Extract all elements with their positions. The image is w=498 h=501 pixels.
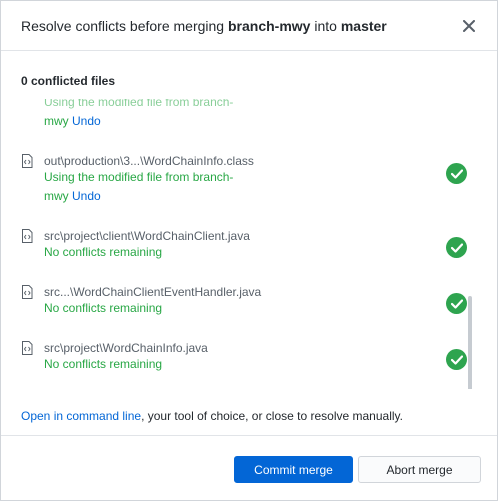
status-line-1: Using the modified file from branch- [44, 99, 234, 109]
check-circle-icon [446, 293, 467, 314]
list-scrollbar-thumb[interactable] [468, 296, 472, 389]
file-path: src\project\client\WordChainClient.java [44, 229, 250, 243]
conflict-summary: 0 conflicted files [21, 74, 116, 88]
close-icon [463, 19, 475, 32]
footer-divider [1, 435, 497, 436]
file-status: Using the modified file from branch- mwy… [44, 168, 473, 206]
status-line-2: mwy [44, 114, 69, 128]
resolve-conflicts-dialog: Resolve conflicts before merging branch-… [0, 0, 498, 501]
file-path: src\project\WordChainInfo.java [44, 341, 208, 355]
commit-merge-button[interactable]: Commit merge [234, 456, 353, 483]
file-path: out\production\3...\WordChainInfo.class [44, 154, 254, 168]
file-code-icon [22, 341, 33, 355]
file-item: src\project\client\WordChainClient.java … [21, 229, 473, 262]
undo-link[interactable]: Undo [72, 189, 101, 203]
title-prefix: Resolve conflicts before merging [21, 17, 228, 34]
file-path-row: src\project\WordChainInfo.java [21, 341, 473, 355]
status-line-2: mwy [44, 189, 69, 203]
check-circle-icon [446, 349, 467, 370]
target-branch: master [340, 17, 387, 34]
close-button[interactable] [459, 16, 479, 36]
hint-rest: , your tool of choice, or close to resol… [141, 409, 403, 423]
dialog-header: Resolve conflicts before merging branch-… [1, 1, 497, 51]
file-code-icon [22, 154, 33, 168]
file-status: No conflicts remaining [44, 357, 163, 371]
manual-resolve-hint: Open in command line, your tool of choic… [21, 409, 403, 423]
file-item: src\project\WordChainInfo.java No confli… [21, 341, 473, 374]
open-in-command-line-link[interactable]: Open in command line [21, 409, 141, 423]
file-status: Using the modified file from branch- mwy… [44, 99, 473, 131]
file-status: No conflicts remaining [44, 301, 163, 315]
undo-link[interactable]: Undo [72, 114, 101, 128]
dialog-title: Resolve conflicts before merging branch-… [21, 18, 459, 34]
file-item: out\production\3...\WordChainInfo.class … [21, 154, 473, 206]
file-status: No conflicts remaining [44, 245, 163, 259]
conflict-file-list[interactable]: Using the modified file from branch- mwy… [1, 99, 497, 389]
file-code-icon [22, 285, 33, 299]
file-item: src...\WordChainClientEventHandler.java … [21, 285, 473, 318]
check-circle-icon [446, 237, 467, 258]
title-middle: into [310, 17, 341, 34]
file-path-row: src...\WordChainClientEventHandler.java [21, 285, 473, 299]
file-item: Using the modified file from branch- mwy… [21, 99, 473, 131]
file-path-row: src\project\client\WordChainClient.java [21, 229, 473, 243]
source-branch: branch-mwy [228, 17, 311, 34]
check-circle-icon [446, 163, 467, 184]
abort-merge-button[interactable]: Abort merge [358, 456, 481, 483]
file-path: src...\WordChainClientEventHandler.java [44, 285, 262, 299]
status-line-1: Using the modified file from branch- [44, 170, 234, 184]
file-code-icon [22, 229, 33, 243]
file-path-row: out\production\3...\WordChainInfo.class [21, 154, 473, 168]
